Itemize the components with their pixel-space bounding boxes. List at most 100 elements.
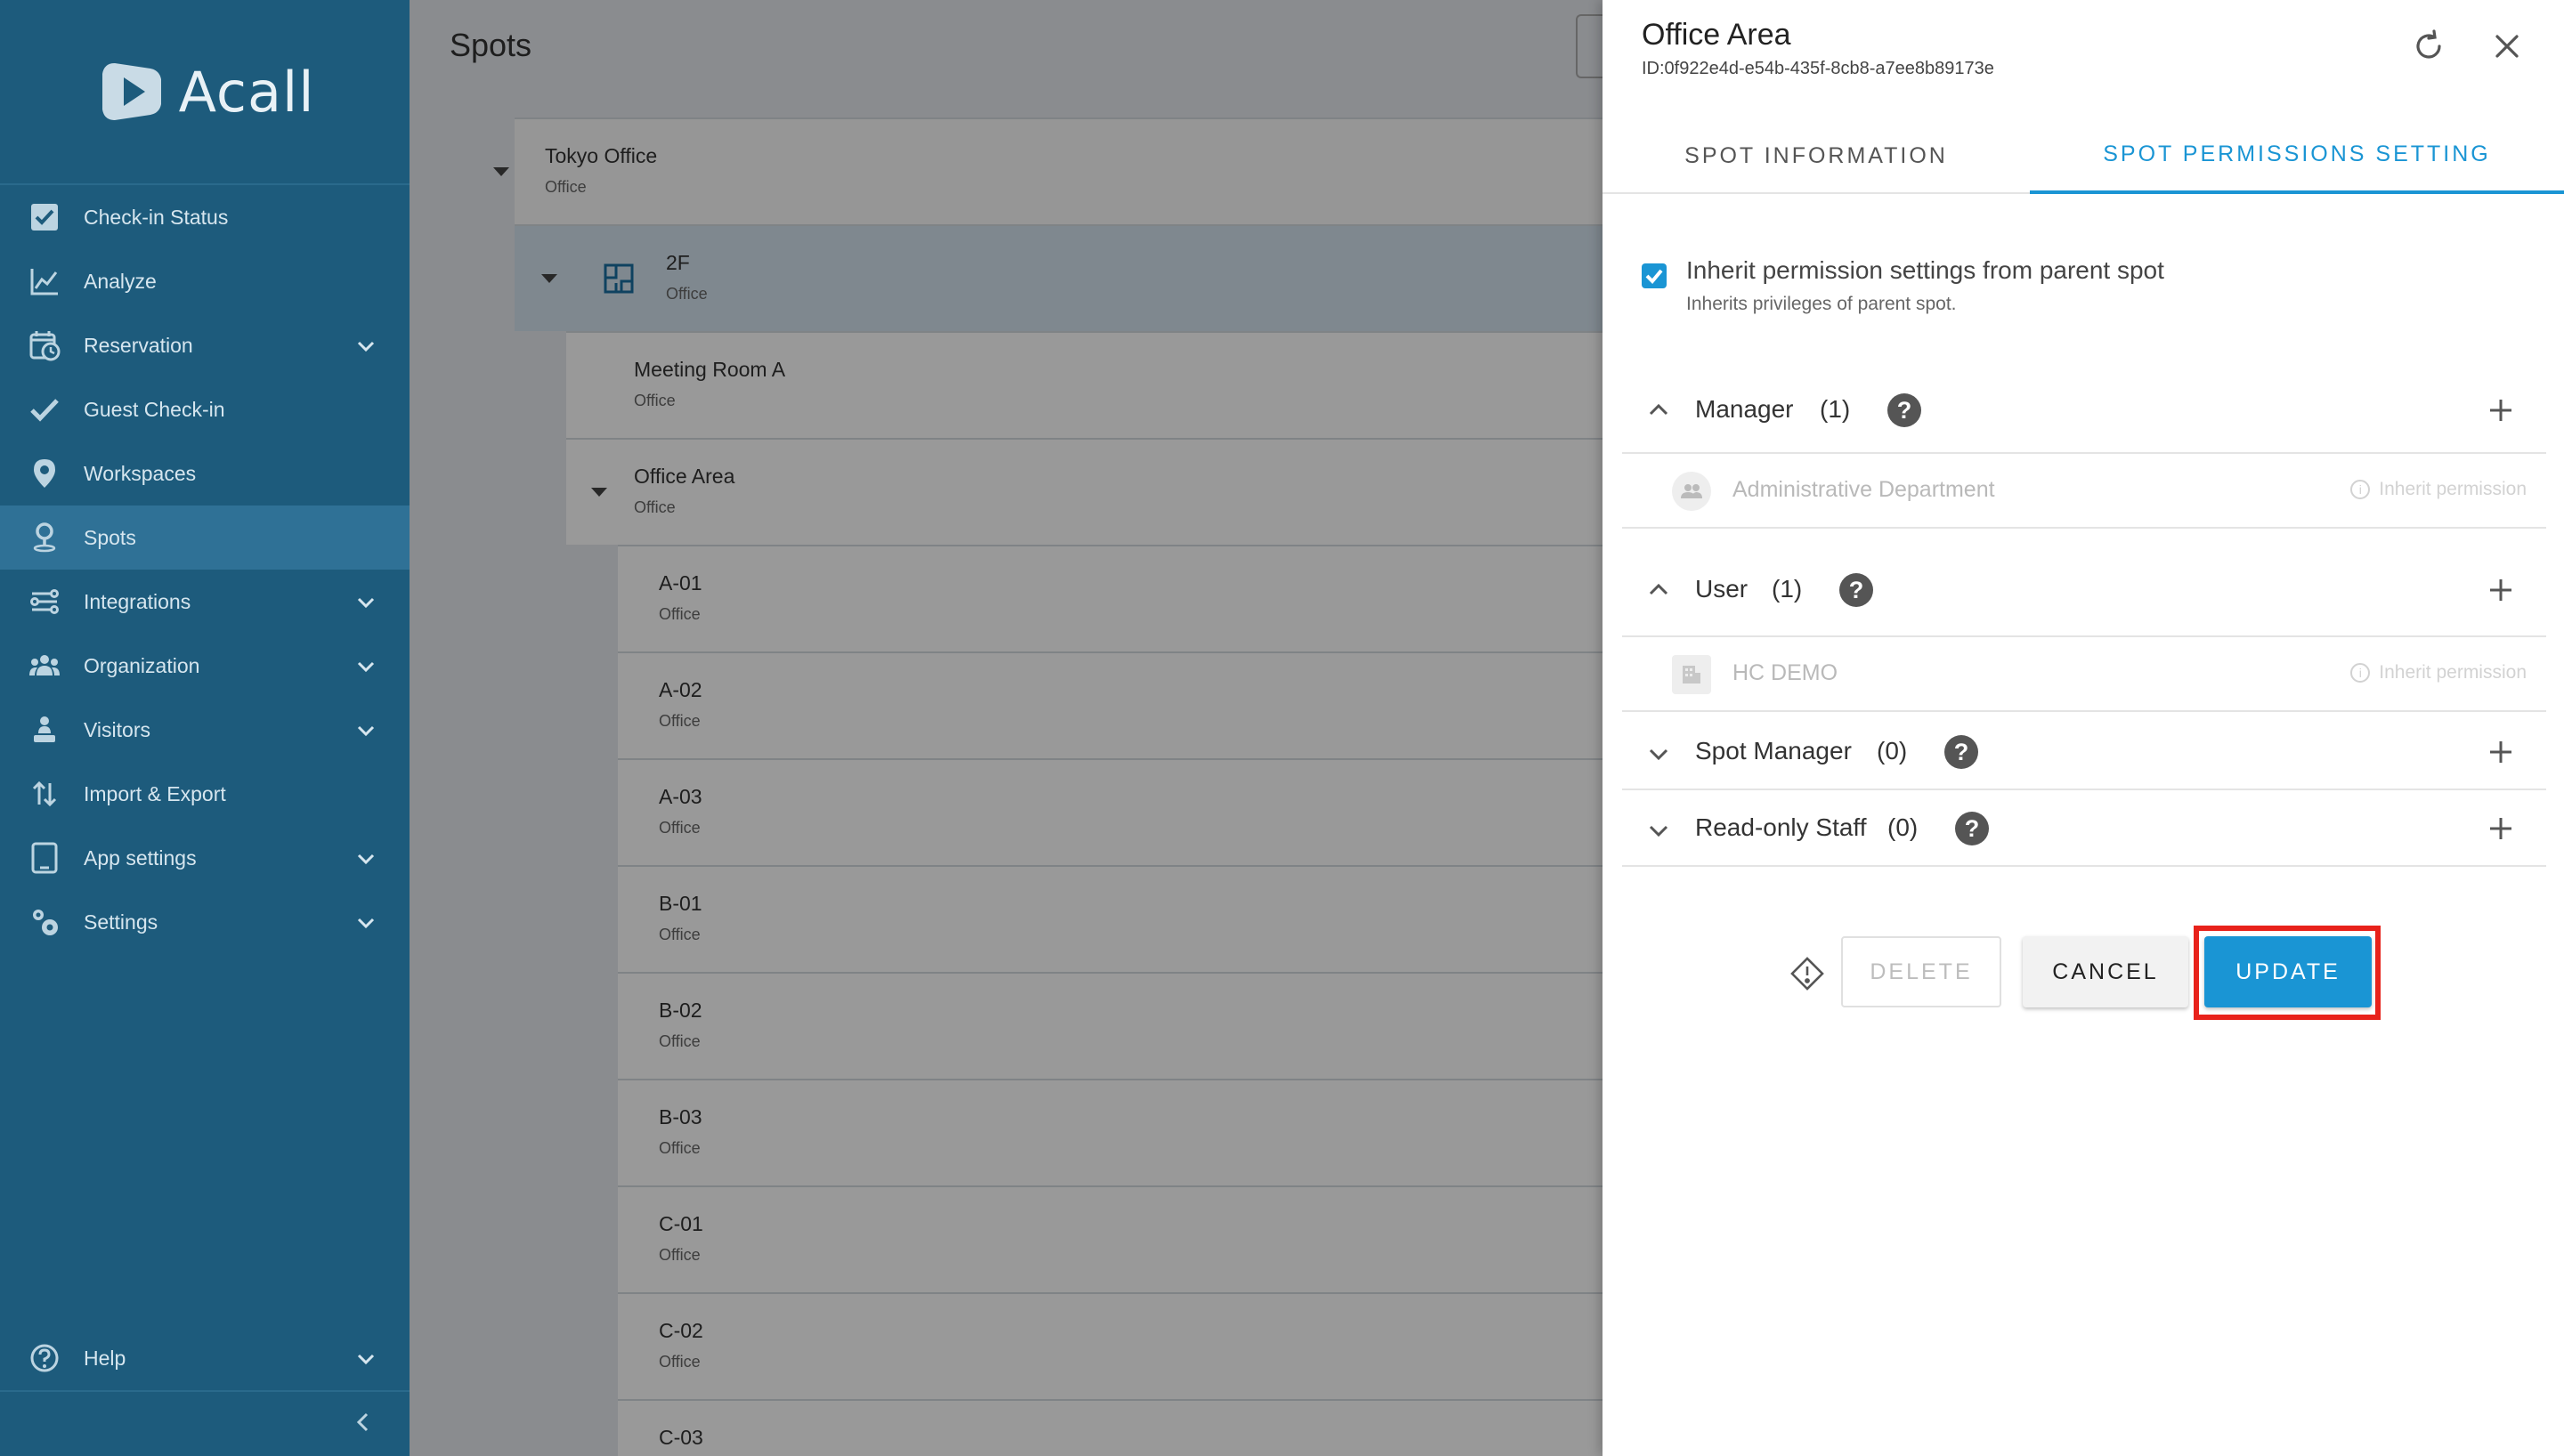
map-pin-icon: [27, 456, 62, 491]
checkmark-icon: [27, 392, 62, 427]
inherit-permission-text: Inherit permission: [2379, 479, 2527, 499]
section-count: (0): [1887, 813, 1919, 841]
chevron-down-icon[interactable]: [1647, 742, 1670, 765]
chevron-up-icon[interactable]: [1647, 399, 1670, 422]
cancel-button[interactable]: CANCEL: [2023, 936, 2188, 1007]
visitor-icon: [27, 712, 62, 748]
help-question-icon[interactable]: ?: [1955, 812, 1989, 845]
sidebar-item-app-settings[interactable]: App settings: [0, 826, 410, 890]
sidebar-item-check-in-status[interactable]: Check-in Status: [0, 185, 410, 249]
sidebar-item-label: Import & Export: [84, 781, 226, 805]
sidebar-item-settings[interactable]: Settings: [0, 890, 410, 954]
section-read-only-staff: Read-only Staff (0) ?: [1622, 790, 2546, 867]
sidebar-item-integrations[interactable]: Integrations: [0, 570, 410, 634]
warning-diamond-icon: [1789, 956, 1825, 991]
sidebar-item-visitors[interactable]: Visitors: [0, 698, 410, 762]
tab-spot-information[interactable]: SPOT INFORMATION: [1602, 117, 2030, 194]
chevron-down-icon[interactable]: [356, 1349, 376, 1369]
member-name: Administrative Department: [1732, 477, 1995, 502]
info-icon: i: [2350, 663, 2371, 683]
sidebar-item-spots[interactable]: Spots: [0, 506, 410, 570]
inherit-permission-label: i Inherit permission: [2350, 479, 2527, 500]
sidebar-item-organization[interactable]: Organization: [0, 634, 410, 698]
panel-title: Office Area: [1642, 18, 1791, 52]
tab-spot-permissions-setting[interactable]: SPOT PERMISSIONS SETTING: [2030, 117, 2564, 194]
sidebar-item-label: Organization: [84, 653, 200, 677]
info-icon: i: [2350, 480, 2371, 499]
add-user-icon[interactable]: [2487, 577, 2514, 603]
collapse-sidebar-icon[interactable]: [351, 1410, 376, 1435]
add-manager-icon[interactable]: [2487, 397, 2514, 424]
member-row: Administrative Department i Inherit permi…: [1622, 454, 2546, 529]
sidebar-item-label: Workspaces: [84, 461, 197, 485]
calendar-clock-icon: [27, 328, 62, 363]
section-count: (1): [1772, 575, 1803, 603]
chevron-down-icon[interactable]: [356, 721, 376, 740]
sidebar-item-label: Analyze: [84, 269, 157, 293]
section-header[interactable]: Read-only Staff (0) ?: [1622, 790, 2546, 867]
member-name: HC DEMO: [1732, 660, 1838, 685]
chevron-down-icon[interactable]: [1647, 819, 1670, 842]
inherit-permission-label: i Inherit permission: [2350, 662, 2527, 684]
sidebar-item-label: Settings: [84, 910, 158, 934]
chevron-up-icon[interactable]: [1647, 578, 1670, 602]
brand-name: Acall: [178, 59, 315, 125]
section-label: User: [1695, 575, 1749, 603]
sidebar-item-label: Help: [84, 1346, 126, 1370]
help-question-icon[interactable]: ?: [1887, 393, 1921, 427]
sidebar-nav: Check-in Status Analyze Reservation Guest C…: [0, 185, 410, 954]
inherit-checkbox-label[interactable]: Inherit permission settings from parent …: [1686, 256, 2164, 285]
help-question-icon[interactable]: ?: [1839, 573, 1873, 607]
gears-icon: [27, 904, 62, 940]
section-header[interactable]: User (1) ?: [1622, 545, 2546, 637]
chart-line-icon: [27, 263, 62, 299]
sidebar-item-reservation[interactable]: Reservation: [0, 313, 410, 377]
group-icon: [1672, 472, 1711, 511]
tablet-icon: [27, 840, 62, 876]
close-icon[interactable]: [2489, 28, 2525, 64]
section-user: User (1) ? HC DEMO i Inherit permission: [1622, 545, 2546, 712]
sidebar-item-workspaces[interactable]: Workspaces: [0, 441, 410, 506]
integrations-icon: [27, 584, 62, 619]
spot-id: ID:0f922e4d-e54b-435f-8cb8-a7ee8b89173e: [1642, 59, 1994, 78]
person-pin-icon: [27, 520, 62, 555]
inherit-permission-text: Inherit permission: [2379, 662, 2527, 683]
chevron-down-icon[interactable]: [356, 657, 376, 676]
chevron-down-icon[interactable]: [356, 913, 376, 933]
section-header[interactable]: Spot Manager (0) ?: [1622, 714, 2546, 790]
section-label: Read-only Staff: [1695, 813, 1867, 841]
sidebar-item-import-export[interactable]: Import & Export: [0, 762, 410, 826]
app-logo[interactable]: Acall: [0, 0, 410, 185]
section-manager: Manager (1) ? Administrative Department …: [1622, 365, 2546, 529]
help-section: Help: [0, 1326, 410, 1390]
inherit-checkbox[interactable]: [1642, 263, 1667, 288]
sidebar-item-label: Guest Check-in: [84, 397, 225, 421]
highlight-box: [2194, 926, 2381, 1020]
section-header[interactable]: Manager (1) ?: [1622, 365, 2546, 454]
divider: [0, 1390, 410, 1392]
sidebar-item-guest-check-in[interactable]: Guest Check-in: [0, 377, 410, 441]
building-icon: [1672, 655, 1711, 694]
help-circle-icon: [27, 1340, 62, 1376]
sidebar-item-help[interactable]: Help: [0, 1326, 410, 1390]
refresh-icon[interactable]: [2411, 28, 2446, 64]
add-read-only-staff-icon[interactable]: [2487, 815, 2514, 842]
add-spot-manager-icon[interactable]: [2487, 739, 2514, 765]
sidebar-item-label: Spots: [84, 525, 136, 549]
section-count: (1): [1820, 395, 1851, 423]
panel-tabs: SPOT INFORMATION SPOT PERMISSIONS SETTIN…: [1602, 117, 2564, 194]
chevron-down-icon[interactable]: [356, 593, 376, 612]
section-label: Spot Manager: [1695, 737, 1852, 764]
inherit-description: Inherits privileges of parent spot.: [1686, 294, 1957, 314]
chevron-down-icon[interactable]: [356, 849, 376, 869]
sidebar-item-label: Check-in Status: [84, 205, 229, 229]
delete-button[interactable]: DELETE: [1841, 936, 2001, 1007]
acall-logo-icon: [101, 63, 161, 120]
modal-backdrop[interactable]: [410, 0, 1602, 1456]
sidebar-item-label: App settings: [84, 845, 197, 870]
chevron-down-icon[interactable]: [356, 336, 376, 356]
import-export-icon: [27, 776, 62, 812]
help-question-icon[interactable]: ?: [1944, 735, 1978, 769]
spot-detail-panel: Office Area ID:0f922e4d-e54b-435f-8cb8-a…: [1602, 0, 2564, 1456]
sidebar-item-analyze[interactable]: Analyze: [0, 249, 410, 313]
